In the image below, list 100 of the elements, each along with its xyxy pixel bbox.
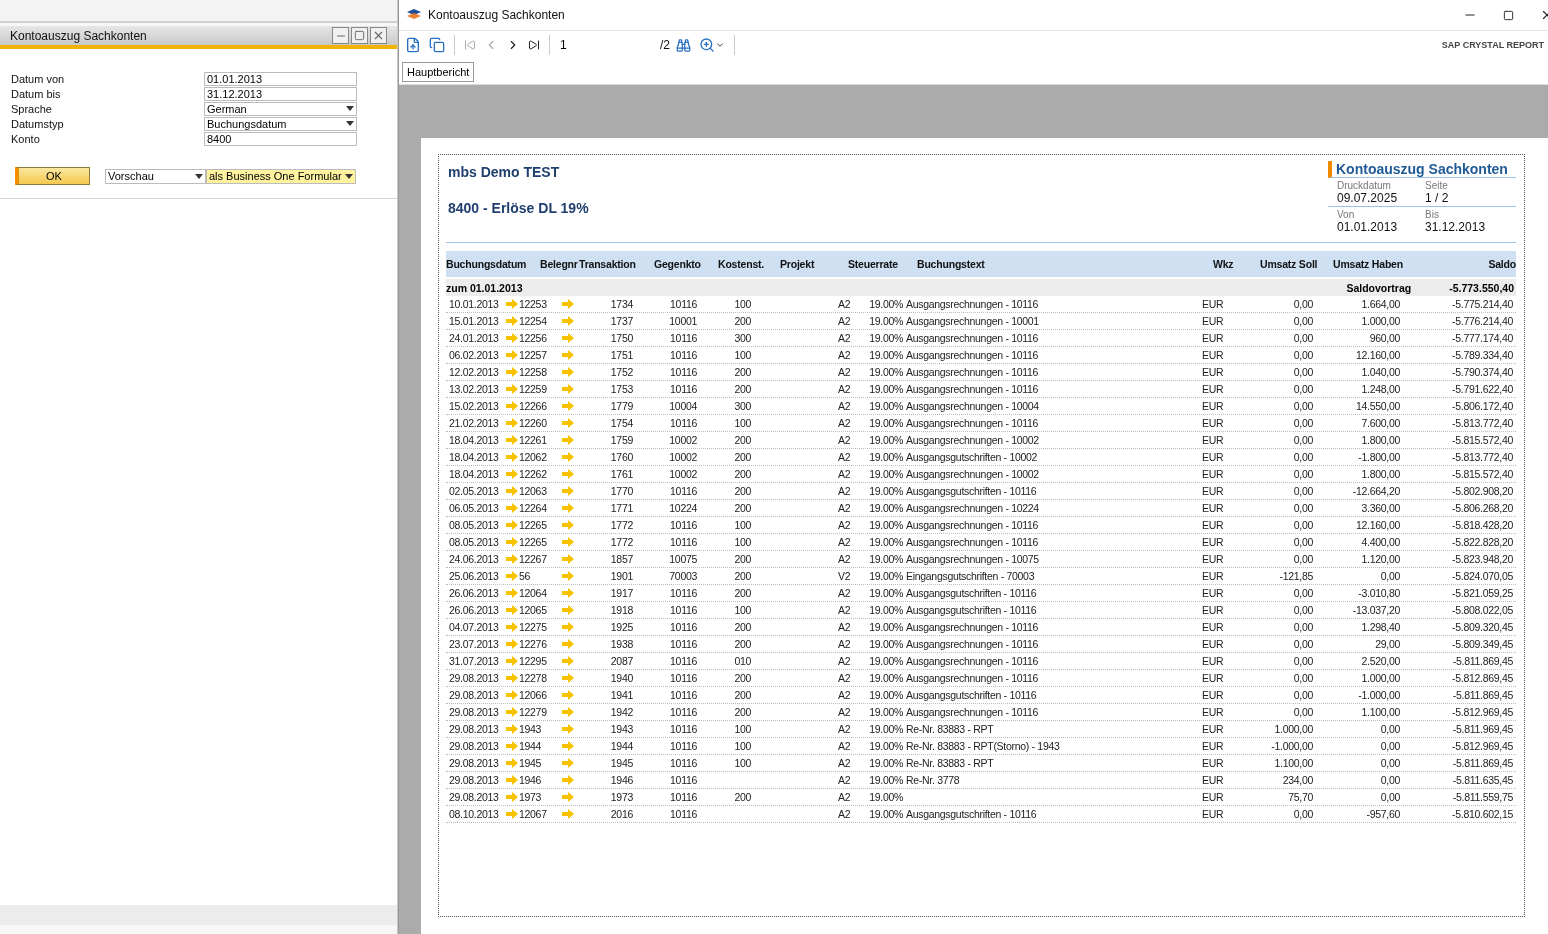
arrow-icon[interactable] bbox=[562, 469, 574, 479]
table-cell-text: A2 bbox=[838, 349, 852, 361]
dropdown-field[interactable]: Vorschau bbox=[105, 168, 206, 184]
arrow-icon[interactable] bbox=[506, 367, 518, 377]
arrow-icon[interactable] bbox=[562, 418, 574, 428]
arrow-icon[interactable] bbox=[506, 452, 518, 462]
table-cell-text: 1.000,00 bbox=[1361, 315, 1401, 327]
ok-button[interactable]: OK bbox=[15, 167, 90, 185]
input-field[interactable]: 8400 bbox=[204, 131, 357, 146]
arrow-icon[interactable] bbox=[562, 758, 574, 768]
arrow-icon[interactable] bbox=[562, 537, 574, 547]
report-tab[interactable]: Hauptbericht bbox=[402, 62, 475, 82]
arrow-icon[interactable] bbox=[562, 605, 574, 615]
last-page-button[interactable] bbox=[526, 37, 542, 53]
arrow-icon[interactable] bbox=[562, 554, 574, 564]
arrow-icon[interactable] bbox=[506, 537, 518, 547]
arrow-icon[interactable] bbox=[506, 656, 518, 666]
arrow-icon[interactable] bbox=[506, 401, 518, 411]
arrow-icon[interactable] bbox=[506, 724, 518, 734]
dropdown-field[interactable]: Buchungsdatum bbox=[204, 116, 357, 131]
arrow-icon[interactable] bbox=[506, 707, 518, 717]
arrow-icon[interactable] bbox=[506, 316, 518, 326]
opening-caption: Saldovortrag bbox=[1346, 281, 1412, 294]
arrow-icon[interactable] bbox=[562, 452, 574, 462]
arrow-icon[interactable] bbox=[506, 469, 518, 479]
table-cell-text: 1779 bbox=[610, 400, 634, 412]
table-cell-text: 1946 bbox=[519, 774, 543, 786]
arrow-icon[interactable] bbox=[562, 571, 574, 581]
arrow-icon[interactable] bbox=[562, 316, 574, 326]
input-field[interactable]: 01.01.2013 bbox=[204, 71, 357, 86]
table-cell-text: -1.000,00 bbox=[1271, 740, 1314, 752]
arrow-icon[interactable] bbox=[506, 486, 518, 496]
arrow-icon[interactable] bbox=[506, 690, 518, 700]
arrow-icon[interactable] bbox=[562, 401, 574, 411]
arrow-icon[interactable] bbox=[506, 605, 518, 615]
arrow-icon[interactable] bbox=[562, 792, 574, 802]
arrow-icon[interactable] bbox=[506, 792, 518, 802]
arrow-icon[interactable] bbox=[562, 690, 574, 700]
arrow-icon[interactable] bbox=[506, 758, 518, 768]
arrow-icon[interactable] bbox=[506, 622, 518, 632]
column-header: Transaktion bbox=[579, 258, 637, 270]
arrow-icon[interactable] bbox=[506, 520, 518, 530]
arrow-icon[interactable] bbox=[562, 639, 574, 649]
arrow-icon[interactable] bbox=[562, 775, 574, 785]
caret-icon bbox=[346, 106, 354, 111]
arrow-icon[interactable] bbox=[562, 622, 574, 632]
input-field[interactable]: 31.12.2013 bbox=[204, 86, 357, 101]
arrow-icon[interactable] bbox=[562, 503, 574, 513]
dropdown-field[interactable]: als Business One Formular bbox=[206, 168, 356, 184]
arrow-icon[interactable] bbox=[562, 707, 574, 717]
arrow-icon[interactable] bbox=[506, 639, 518, 649]
copy-button[interactable] bbox=[427, 35, 447, 55]
arrow-icon[interactable] bbox=[562, 435, 574, 445]
arrow-icon[interactable] bbox=[506, 503, 518, 513]
arrow-icon[interactable] bbox=[506, 299, 518, 309]
arrow-icon[interactable] bbox=[562, 486, 574, 496]
maximize-icon[interactable] bbox=[1503, 9, 1514, 21]
arrow-icon[interactable] bbox=[562, 350, 574, 360]
arrow-icon[interactable] bbox=[506, 418, 518, 428]
table-cell-text: 1761 bbox=[610, 468, 634, 480]
close-button[interactable] bbox=[370, 27, 387, 44]
arrow-icon[interactable] bbox=[506, 350, 518, 360]
arrow-icon[interactable] bbox=[562, 741, 574, 751]
arrow-icon[interactable] bbox=[506, 435, 518, 445]
arrow-icon[interactable] bbox=[506, 741, 518, 751]
meta-label: Druckdatum bbox=[1337, 180, 1392, 191]
arrow-icon[interactable] bbox=[506, 384, 518, 394]
table-cell-text: 10116 bbox=[670, 791, 698, 803]
arrow-icon[interactable] bbox=[506, 333, 518, 343]
arrow-icon[interactable] bbox=[506, 809, 518, 819]
arrow-icon[interactable] bbox=[562, 367, 574, 377]
table-cell-text: 1973 bbox=[519, 791, 543, 803]
minimize-button[interactable] bbox=[332, 27, 349, 44]
table-cell-text: 100 bbox=[734, 349, 752, 361]
table-cell-text: 12275 bbox=[519, 621, 548, 633]
table-cell-text: 0,00 bbox=[1293, 417, 1314, 429]
arrow-icon[interactable] bbox=[562, 809, 574, 819]
arrow-icon[interactable] bbox=[506, 775, 518, 785]
maximize-button[interactable] bbox=[351, 27, 368, 44]
arrow-icon[interactable] bbox=[562, 588, 574, 598]
opening-label: zum 01.01.2013 bbox=[446, 281, 523, 294]
column-header: Gegenkto bbox=[654, 258, 702, 270]
first-page-button[interactable] bbox=[462, 37, 478, 53]
table-cell-text: 26.06.2013 bbox=[449, 604, 500, 616]
arrow-icon[interactable] bbox=[506, 673, 518, 683]
arrow-icon[interactable] bbox=[506, 554, 518, 564]
arrow-icon[interactable] bbox=[562, 384, 574, 394]
table-cell-text: EUR bbox=[1202, 519, 1225, 531]
table-cell-text: -5.813.772,40 bbox=[1452, 451, 1514, 463]
arrow-icon[interactable] bbox=[562, 520, 574, 530]
arrow-icon[interactable] bbox=[506, 588, 518, 598]
table-cell-text: A2 bbox=[838, 315, 852, 327]
arrow-icon[interactable] bbox=[562, 673, 574, 683]
dropdown-field[interactable]: German bbox=[204, 101, 357, 116]
arrow-icon[interactable] bbox=[562, 656, 574, 666]
arrow-icon[interactable] bbox=[506, 571, 518, 581]
table-cell-text: 1944 bbox=[519, 740, 543, 752]
arrow-icon[interactable] bbox=[562, 333, 574, 343]
arrow-icon[interactable] bbox=[562, 299, 574, 309]
arrow-icon[interactable] bbox=[562, 724, 574, 734]
